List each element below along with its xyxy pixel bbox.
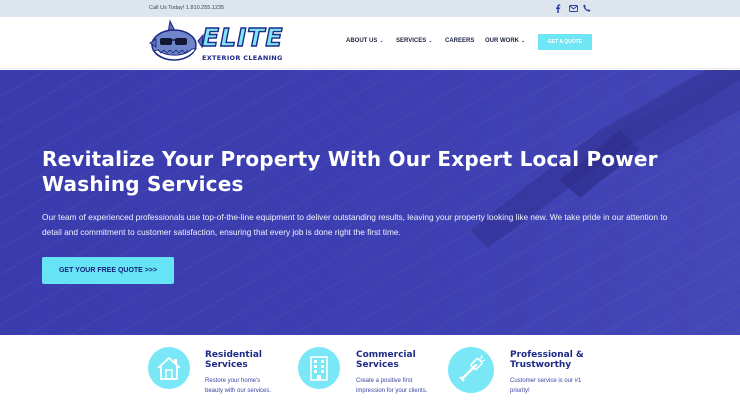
pressure-washer-wand-image [470, 70, 740, 248]
feature-commercial[interactable]: Commercial Services Create a positive fir… [298, 347, 448, 397]
top-bar: Call Us Today! 1.810.255.1235 [0, 0, 740, 17]
nav-label: ABOUT US [346, 38, 378, 44]
nav-label: OUR WORK [485, 38, 519, 44]
chevron-down-icon: ⌄ [428, 38, 433, 44]
hero-description: Our team of experienced professionals us… [42, 212, 668, 237]
house-icon [148, 347, 190, 389]
nav-item-about-us[interactable]: ABOUT US ⌄ [346, 38, 384, 44]
feature-description: Customer service is our #1 priority! [510, 378, 582, 394]
free-quote-button[interactable]: GET YOUR FREE QUOTE >>> [42, 257, 174, 284]
hero-section: Revitalize Your Property With Our Expert… [0, 70, 740, 335]
logo-tagline: EXTERIOR CLEANING [202, 54, 283, 62]
nav-label: SERVICES [396, 38, 427, 44]
feature-residential[interactable]: Residential Services Restore your home's b… [148, 347, 288, 397]
get-a-quote-button[interactable]: GET A QUOTE [538, 34, 592, 50]
elite-logo[interactable]: ELITE EXTERIOR CLEANING [148, 19, 288, 67]
nav-item-careers[interactable]: CAREERS [445, 38, 474, 44]
nav-item-services[interactable]: SERVICES ⌄ [396, 38, 432, 44]
feature-description: Restore your home's beauty with our servi… [205, 378, 272, 394]
phone-icon[interactable] [582, 3, 592, 13]
mail-icon[interactable] [568, 3, 578, 13]
logo-wordmark: ELITE [201, 22, 284, 52]
feature-title: Residential Services [205, 350, 262, 370]
chevron-down-icon: ⌄ [379, 38, 384, 44]
spray-wand-icon [448, 347, 494, 393]
building-icon [298, 347, 340, 389]
feature-professional[interactable]: Professional & Trustworthy Customer servi… [448, 347, 598, 397]
chevron-down-icon: ⌄ [521, 38, 526, 44]
site-header: ELITE EXTERIOR CLEANING ABOUT US ⌄ SERVIC… [0, 17, 740, 69]
nav-item-our-work[interactable]: OUR WORK ⌄ [485, 38, 525, 44]
nav-label: CAREERS [445, 38, 475, 44]
facebook-icon[interactable] [553, 3, 563, 13]
call-us-text[interactable]: Call Us Today! 1.810.255.1235 [149, 5, 224, 11]
feature-title: Professional & Trustworthy [510, 350, 584, 370]
feature-title: Commercial Services [356, 350, 416, 370]
feature-description: Create a positive first impression for yo… [356, 378, 428, 394]
hero-title: Revitalize Your Property With Our Expert… [42, 147, 658, 196]
features-section: Residential Services Restore your home's b… [0, 335, 740, 400]
shark-mascot-icon [149, 19, 204, 61]
